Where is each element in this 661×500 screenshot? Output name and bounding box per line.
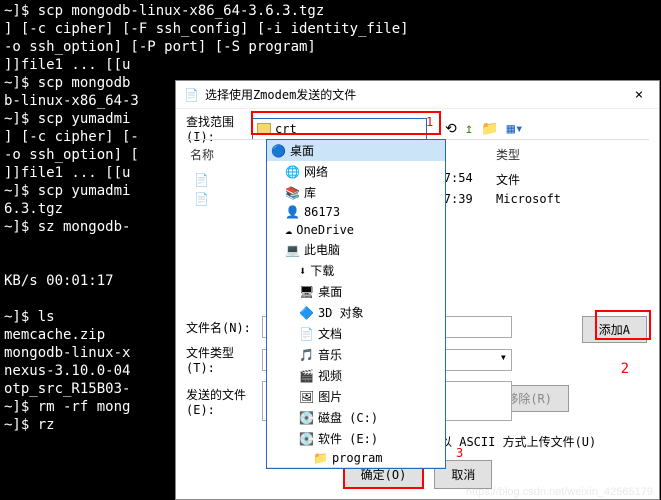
watermark: https://blog.csdn.net/weixin_42565179 [466, 486, 653, 498]
tree-item[interactable]: 🎬 视频 [267, 365, 445, 386]
tree-item[interactable]: 🔷 3D 对象 [267, 302, 445, 323]
dialog-title: 选择使用Zmodem发送的文件 [205, 86, 627, 103]
tree-item[interactable]: 📁 program [267, 449, 445, 467]
tree-item[interactable]: 🔵 桌面 [267, 140, 445, 161]
tree-label: 音乐 [318, 346, 342, 363]
tree-item[interactable]: 🖼 图片 [267, 386, 445, 407]
tree-item[interactable]: 💽 磁盘 (C:) [267, 407, 445, 428]
toolbar-icons: ⟲ ↥ 📁 ▦▾ [445, 121, 523, 137]
tree-item[interactable]: 💽 软件 (E:) [267, 428, 445, 449]
file-dialog: 📄 选择使用Zmodem发送的文件 × 查找范围(I): crt ⟲ ↥ 📁 ▦… [175, 80, 660, 500]
tree-icon: 💽 [299, 432, 314, 446]
tree-icon: 🖥 [299, 285, 314, 299]
ascii-label: 以 ASCII 方式上传文件(U) [440, 433, 596, 450]
col-type[interactable]: 类型 [496, 146, 576, 163]
red-1: 1 [426, 115, 433, 129]
close-icon[interactable]: × [627, 87, 651, 103]
tree-label: program [332, 451, 383, 465]
tree-item[interactable]: 📁crt [267, 467, 445, 469]
tree-label: 库 [304, 184, 316, 201]
tree-label: 网络 [304, 163, 328, 180]
tree-item[interactable]: 📚库 [267, 182, 445, 203]
tree-label: 桌面 [290, 142, 314, 159]
app-icon: 📄 [184, 88, 199, 102]
tree-label: 桌面 [318, 283, 342, 300]
tree-label: 3D 对象 [318, 304, 364, 321]
look-in-combo[interactable]: crt [252, 118, 427, 140]
tree-icon: ⬇ [299, 264, 306, 278]
tree-icon: 👤 [285, 205, 300, 219]
red-3: 3 [456, 446, 463, 460]
tree-icon: 📄 [299, 327, 314, 341]
folder-tree-dropdown[interactable]: 🔵桌面🌐网络📚库👤86173☁OneDrive💻此电脑⬇下载🖥桌面🔷3D 对象📄… [266, 139, 446, 469]
tree-icon: ☁ [285, 223, 292, 237]
tree-icon: 🌐 [285, 165, 300, 179]
tree-label: 视频 [318, 367, 342, 384]
filetype-label: 文件类型(T): [186, 344, 256, 375]
tree-label: 图片 [318, 388, 342, 405]
tree-item[interactable]: 💻 此电脑 [267, 239, 445, 260]
tree-item[interactable]: 📄 文档 [267, 323, 445, 344]
look-in-value: crt [275, 122, 297, 136]
titlebar: 📄 选择使用Zmodem发送的文件 × [176, 81, 659, 109]
tree-label: 软件 (E:) [318, 430, 378, 447]
sendfiles-label: 发送的文件(E): [186, 386, 256, 417]
tree-icon: 💽 [299, 411, 314, 425]
tree-icon: 🔷 [299, 306, 314, 320]
tree-label: 下载 [310, 262, 334, 279]
tree-icon: 🎬 [299, 369, 314, 383]
filename-label: 文件名(N): [186, 319, 256, 336]
new-folder-icon[interactable]: 📁 [481, 121, 498, 137]
tree-label: OneDrive [296, 223, 354, 237]
tree-icon: 💻 [285, 243, 300, 257]
tree-icon: 🖼 [299, 390, 314, 404]
tree-item[interactable]: 🎵 音乐 [267, 344, 445, 365]
tree-item[interactable]: ☁ OneDrive [267, 221, 445, 239]
tree-item[interactable]: 👤 86173 [267, 203, 445, 221]
folder-icon [257, 123, 271, 134]
tree-icon: 🎵 [299, 348, 314, 362]
tree-item[interactable]: 🌐 网络 [267, 161, 445, 182]
up-icon[interactable]: ↥ [465, 121, 473, 137]
tree-label: 86173 [304, 205, 340, 219]
back-icon[interactable]: ⟲ [445, 121, 457, 137]
tree-label: 此电脑 [304, 241, 340, 258]
tree-item[interactable]: 🖥 桌面 [267, 281, 445, 302]
tree-icon: 📁 [313, 451, 328, 465]
view-icon[interactable]: ▦▾ [507, 121, 524, 137]
tree-label: 文档 [318, 325, 342, 342]
tree-item[interactable]: ⬇ 下载 [267, 260, 445, 281]
tree-icon: 📚 [285, 186, 300, 200]
tree-icon: 🔵 [271, 144, 286, 158]
tree-label: 磁盘 (C:) [318, 409, 378, 426]
